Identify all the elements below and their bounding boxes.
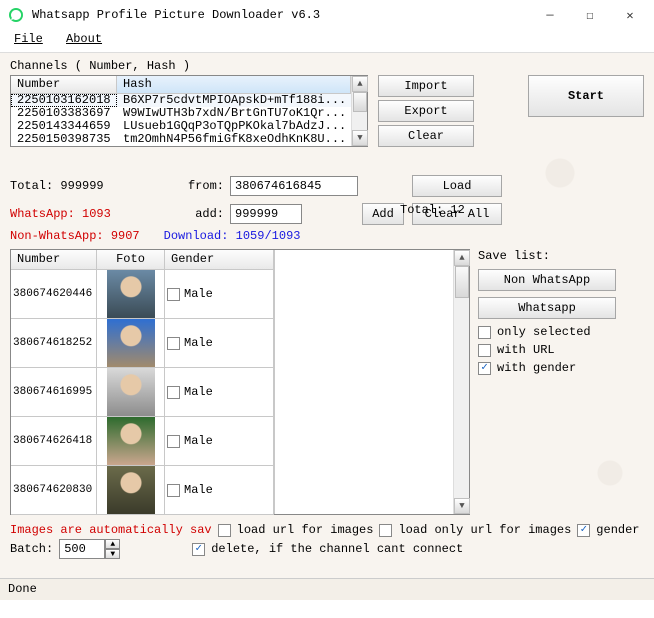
minimize-button[interactable]: — xyxy=(530,1,570,29)
from-input[interactable] xyxy=(230,176,358,196)
app-logo-icon xyxy=(8,7,24,23)
only-selected-checkbox[interactable] xyxy=(478,326,491,339)
row-checkbox[interactable] xyxy=(167,435,180,448)
add-input[interactable] xyxy=(230,204,302,224)
gender-checkbox[interactable] xyxy=(577,524,590,537)
load-url-label: load url for images xyxy=(237,523,374,537)
profile-photo xyxy=(107,368,155,416)
results-col-foto[interactable]: Foto xyxy=(97,250,165,270)
menu-file[interactable]: File xyxy=(14,32,43,46)
channels-col-number[interactable]: Number xyxy=(11,76,117,94)
load-button[interactable]: Load xyxy=(412,175,502,197)
load-only-url-label: load only url for images xyxy=(398,523,571,537)
batch-input[interactable] xyxy=(59,539,105,559)
close-button[interactable]: ✕ xyxy=(610,1,650,29)
add-button[interactable]: Add xyxy=(362,203,404,225)
channel-row[interactable]: 2250143344659LUsueb1GQqP3oTQpPKOkal7bAdz… xyxy=(11,120,351,133)
results-table[interactable]: Number Foto Gender 380674620446Male38067… xyxy=(10,249,470,515)
results-scrollbar[interactable]: ▲ ▼ xyxy=(453,250,469,514)
with-url-label: with URL xyxy=(497,343,555,357)
delete-cant-label: delete, if the channel cant connect xyxy=(211,542,463,556)
non-whatsapp-count: Non-WhatsApp: 9907 xyxy=(10,229,140,243)
only-selected-label: only selected xyxy=(497,325,591,339)
batch-spinner[interactable]: ▲▼ xyxy=(59,539,120,559)
channel-row[interactable]: 2250103383697W9WIwUTH3b7xdN/BrtGnTU7oK1Q… xyxy=(11,107,351,120)
whatsapp-count: WhatsApp: 1093 xyxy=(10,207,160,221)
clear-button[interactable]: Clear xyxy=(378,125,474,147)
row-checkbox[interactable] xyxy=(167,337,180,350)
channel-row[interactable]: 2250150398735tm2OmhN4P56fmiGfK8xeOdhKnK8… xyxy=(11,133,351,146)
profile-photo xyxy=(107,417,155,465)
add-label: add: xyxy=(164,207,226,221)
channels-col-hash[interactable]: Hash xyxy=(117,76,351,94)
download-count: Download: 1059/1093 xyxy=(164,229,301,243)
channels-table[interactable]: Number Hash 2250103162018B6XP7r5cdvtMPIO… xyxy=(10,75,368,147)
row-checkbox[interactable] xyxy=(167,288,180,301)
maximize-button[interactable]: ☐ xyxy=(570,1,610,29)
result-row[interactable]: 380674620830Male xyxy=(11,466,274,515)
gender-label: gender xyxy=(596,523,639,537)
spin-up-icon[interactable]: ▲ xyxy=(105,539,120,549)
result-row[interactable]: 380674616995Male xyxy=(11,368,274,417)
with-gender-checkbox[interactable] xyxy=(478,362,491,375)
profile-photo xyxy=(107,270,155,318)
menu-about[interactable]: About xyxy=(66,32,102,46)
with-url-checkbox[interactable] xyxy=(478,344,491,357)
channels-total: Total: 12 xyxy=(400,203,465,217)
result-row[interactable]: 380674626418Male xyxy=(11,417,274,466)
from-label: from: xyxy=(164,179,226,193)
spin-down-icon[interactable]: ▼ xyxy=(105,549,120,559)
batch-label: Batch: xyxy=(10,542,53,556)
results-col-gender[interactable]: Gender xyxy=(165,250,274,270)
save-list-title: Save list: xyxy=(478,249,628,263)
export-button[interactable]: Export xyxy=(378,100,474,122)
auto-save-label: Images are automatically sav xyxy=(10,523,212,537)
result-row[interactable]: 380674620446Male xyxy=(11,270,274,319)
load-only-url-checkbox[interactable] xyxy=(379,524,392,537)
menu-bar: File About xyxy=(0,30,654,52)
start-button[interactable]: Start xyxy=(528,75,644,117)
status-bar: Done xyxy=(0,578,654,600)
load-url-checkbox[interactable] xyxy=(218,524,231,537)
profile-photo xyxy=(107,466,155,514)
delete-cant-checkbox[interactable] xyxy=(192,543,205,556)
channel-row[interactable]: 2250103162018B6XP7r5cdvtMPIOApskD+mTf188… xyxy=(11,94,351,107)
row-checkbox[interactable] xyxy=(167,386,180,399)
save-non-whatsapp-button[interactable]: Non WhatsApp xyxy=(478,269,616,291)
profile-photo xyxy=(107,319,155,367)
row-checkbox[interactable] xyxy=(167,484,180,497)
save-whatsapp-button[interactable]: Whatsapp xyxy=(478,297,616,319)
results-col-number[interactable]: Number xyxy=(11,250,97,270)
import-button[interactable]: Import xyxy=(378,75,474,97)
total-label: Total: 999999 xyxy=(10,179,160,193)
channels-title: Channels ( Number, Hash ) xyxy=(10,59,644,73)
channels-scrollbar[interactable]: ▲ ▼ xyxy=(351,76,367,146)
result-row[interactable]: 380674618252Male xyxy=(11,319,274,368)
window-title: Whatsapp Profile Picture Downloader v6.3 xyxy=(32,8,530,22)
with-gender-label: with gender xyxy=(497,361,576,375)
